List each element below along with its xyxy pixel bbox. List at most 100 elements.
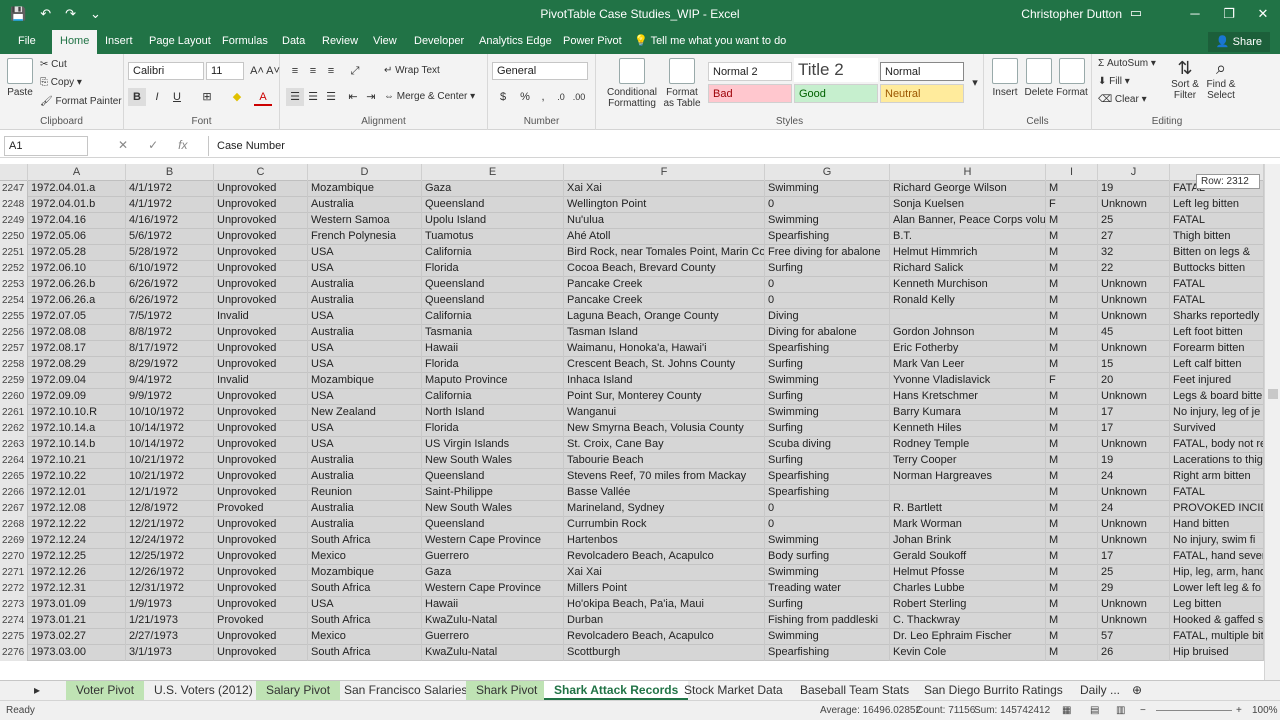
grid-cell[interactable]: 17 bbox=[1098, 549, 1170, 565]
row-number[interactable]: 2271 bbox=[0, 565, 28, 581]
grid-cell[interactable]: Marineland, Sydney bbox=[564, 501, 765, 517]
format-painter-button[interactable]: 🖌 Format Painter bbox=[40, 96, 122, 107]
grid-cell[interactable]: Western Cape Province bbox=[422, 533, 564, 549]
grid-cell[interactable]: Hawaii bbox=[422, 597, 564, 613]
grid-cell[interactable]: Swimming bbox=[765, 373, 890, 389]
row-number[interactable]: 2248 bbox=[0, 197, 28, 213]
share-button[interactable]: 👤 Share bbox=[1207, 32, 1270, 52]
grid-cell[interactable]: USA bbox=[308, 437, 422, 453]
grid-cell[interactable]: 12/25/1972 bbox=[126, 549, 214, 565]
comma-icon[interactable]: , bbox=[534, 88, 552, 106]
font-size-combo[interactable]: 11 bbox=[206, 62, 244, 80]
sheet-tab[interactable]: Salary Pivot bbox=[256, 681, 341, 700]
grid-cell[interactable]: Richard Salick bbox=[890, 261, 1046, 277]
grid-cell[interactable]: Lower left leg & fo bbox=[1170, 581, 1264, 597]
grid-cell[interactable]: 1972.12.08 bbox=[28, 501, 126, 517]
grid-cell[interactable]: Unknown bbox=[1098, 613, 1170, 629]
grid-cell[interactable]: 1972.04.16 bbox=[28, 213, 126, 229]
grid-cell[interactable]: 10/21/1972 bbox=[126, 453, 214, 469]
grid-cell[interactable]: Gerald Soukoff bbox=[890, 549, 1046, 565]
grid-cell[interactable]: Hip, leg, arm, hand bbox=[1170, 565, 1264, 581]
grid-cell[interactable]: 7/5/1972 bbox=[126, 309, 214, 325]
italic-button[interactable]: I bbox=[148, 88, 166, 106]
grid-cell[interactable]: Western Samoa bbox=[308, 213, 422, 229]
grid-cell[interactable]: Feet injured bbox=[1170, 373, 1264, 389]
grid-cell[interactable]: Mozambique bbox=[308, 373, 422, 389]
grid-cell[interactable]: FATAL bbox=[1170, 293, 1264, 309]
underline-button[interactable]: U bbox=[168, 88, 186, 106]
row-number[interactable]: 2251 bbox=[0, 245, 28, 261]
grid-cell[interactable]: 19 bbox=[1098, 181, 1170, 197]
grid-cell[interactable]: Unprovoked bbox=[214, 341, 308, 357]
grid-cell[interactable]: Spearfishing bbox=[765, 645, 890, 661]
grid-cell[interactable]: Tabourie Beach bbox=[564, 453, 765, 469]
find-select-button[interactable]: ⌕ Find & Select bbox=[1204, 58, 1238, 101]
grid-cell[interactable]: Swimming bbox=[765, 181, 890, 197]
fill-button[interactable]: ⬇ Fill ▾ bbox=[1098, 76, 1130, 87]
font-color-icon[interactable]: A bbox=[254, 88, 272, 106]
grid-cell[interactable]: 1/9/1973 bbox=[126, 597, 214, 613]
sheet-tab[interactable]: Shark Attack Records bbox=[544, 681, 689, 700]
grid-cell[interactable]: Hooked & gaffed s bbox=[1170, 613, 1264, 629]
grid-cell[interactable]: Surfing bbox=[765, 453, 890, 469]
grid-cell[interactable]: KwaZulu-Natal bbox=[422, 613, 564, 629]
sheet-tab[interactable]: U.S. Voters (2012) bbox=[144, 681, 263, 700]
grid-cell[interactable]: California bbox=[422, 245, 564, 261]
bold-button[interactable]: B bbox=[128, 88, 146, 106]
grid-cell[interactable]: Body surfing bbox=[765, 549, 890, 565]
grid-cell[interactable]: Wellington Point bbox=[564, 197, 765, 213]
add-sheet-icon[interactable]: ⊕ bbox=[1122, 681, 1152, 700]
grid-cell[interactable]: 10/14/1972 bbox=[126, 437, 214, 453]
grid-cell[interactable]: Left foot bitten bbox=[1170, 325, 1264, 341]
grid-cell[interactable]: Queensland bbox=[422, 469, 564, 485]
grid-cell[interactable]: Mozambique bbox=[308, 181, 422, 197]
column-header[interactable]: A bbox=[28, 164, 126, 181]
grid-cell[interactable]: Rodney Temple bbox=[890, 437, 1046, 453]
grid-cell[interactable]: 1972.07.05 bbox=[28, 309, 126, 325]
grid-cell[interactable]: Western Cape Province bbox=[422, 581, 564, 597]
grid-cell[interactable]: Left leg bitten bbox=[1170, 197, 1264, 213]
grid-cell[interactable]: Unprovoked bbox=[214, 549, 308, 565]
grid-cell[interactable]: Helmut Pfosse bbox=[890, 565, 1046, 581]
sheet-tab[interactable]: Baseball Team Stats bbox=[790, 681, 919, 700]
grid-cell[interactable]: Crescent Beach, St. Johns County bbox=[564, 357, 765, 373]
grid-cell[interactable]: Mozambique bbox=[308, 565, 422, 581]
row-number[interactable]: 2266 bbox=[0, 485, 28, 501]
tab-file[interactable]: File bbox=[10, 30, 44, 54]
grid-cell[interactable]: Right arm bitten bbox=[1170, 469, 1264, 485]
grid-cell[interactable]: Unprovoked bbox=[214, 245, 308, 261]
row-number[interactable]: 2276 bbox=[0, 645, 28, 661]
grid-cell[interactable]: Surfing bbox=[765, 261, 890, 277]
grid-cell[interactable]: Queensland bbox=[422, 517, 564, 533]
grid-cell[interactable]: Unprovoked bbox=[214, 421, 308, 437]
number-format-combo[interactable]: General bbox=[492, 62, 588, 80]
grid-cell[interactable]: 5/28/1972 bbox=[126, 245, 214, 261]
increase-indent-icon[interactable]: ⇥ bbox=[362, 88, 380, 106]
grid-cell[interactable]: Unprovoked bbox=[214, 261, 308, 277]
grid-cell[interactable]: Dr. Leo Ephraim Fischer bbox=[890, 629, 1046, 645]
grid-cell[interactable]: Bitten on legs & bbox=[1170, 245, 1264, 261]
grid-cell[interactable]: Australia bbox=[308, 293, 422, 309]
grid-cell[interactable]: 17 bbox=[1098, 421, 1170, 437]
grid-cell[interactable]: 1972.09.09 bbox=[28, 389, 126, 405]
grid-cell[interactable]: New South Wales bbox=[422, 453, 564, 469]
row-number[interactable]: 2264 bbox=[0, 453, 28, 469]
grid-cell[interactable]: Barry Kumara bbox=[890, 405, 1046, 421]
grid-cell[interactable]: Diving bbox=[765, 309, 890, 325]
grid-cell[interactable]: Diving for abalone bbox=[765, 325, 890, 341]
grid-cell[interactable]: 3/1/1973 bbox=[126, 645, 214, 661]
grid-cell[interactable]: Unprovoked bbox=[214, 389, 308, 405]
percent-icon[interactable]: % bbox=[516, 88, 534, 106]
grid-cell[interactable]: Point Sur, Monterey County bbox=[564, 389, 765, 405]
grid-cell[interactable]: 1972.12.31 bbox=[28, 581, 126, 597]
grid-cell[interactable]: M bbox=[1046, 277, 1098, 293]
grid-cell[interactable]: M bbox=[1046, 421, 1098, 437]
grid-cell[interactable]: Upolu Island bbox=[422, 213, 564, 229]
grid-cell[interactable]: 5/6/1972 bbox=[126, 229, 214, 245]
grid-cell[interactable]: Unprovoked bbox=[214, 197, 308, 213]
grid-cell[interactable]: Hip bruised bbox=[1170, 645, 1264, 661]
grid-cell[interactable]: USA bbox=[308, 245, 422, 261]
style-normal[interactable]: Normal bbox=[880, 62, 964, 81]
styles-more-icon[interactable]: ▾ bbox=[966, 74, 984, 92]
grid-cell[interactable]: Stevens Reef, 70 miles from Mackay bbox=[564, 469, 765, 485]
